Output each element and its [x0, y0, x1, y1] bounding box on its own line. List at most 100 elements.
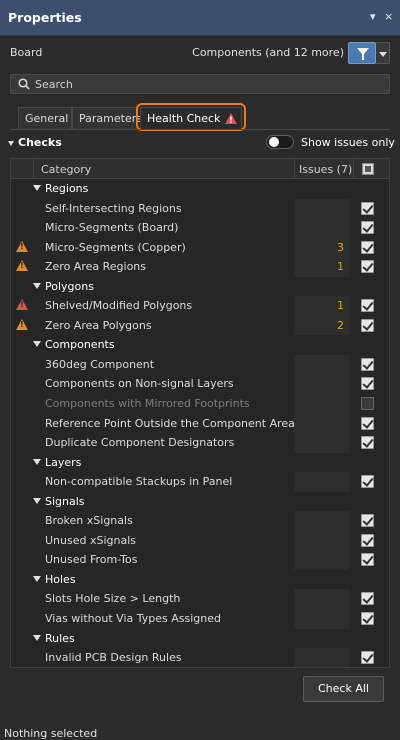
status-bar: Nothing selected [0, 724, 400, 740]
table-row[interactable]: Reference Point Outside the Component Ar… [11, 413, 389, 434]
issues-cell [294, 609, 349, 629]
check-label: Micro-Segments (Board) [45, 221, 179, 235]
table-row[interactable]: Unused From-Tos [11, 550, 389, 570]
check-enabled-checkbox[interactable] [361, 612, 374, 626]
check-label: Invalid PCB Design Rules [45, 651, 182, 665]
status-text: Nothing selected [4, 727, 98, 740]
check-enabled-checkbox[interactable] [361, 299, 374, 313]
category-row[interactable]: Holes [11, 570, 389, 590]
filter-dropdown-button[interactable] [376, 42, 390, 64]
check-enabled-checkbox[interactable] [361, 201, 374, 215]
expand-triangle-icon[interactable] [33, 575, 41, 582]
category-label: Rules [45, 631, 75, 645]
tab-parameters[interactable]: Parameters [72, 107, 142, 129]
table-row[interactable]: Self-Intersecting Regions [11, 198, 389, 219]
checks-table: Category Issues (7) Regions Self-Intersec… [10, 158, 390, 668]
table-row[interactable]: Components with Mirrored Footprints [11, 394, 389, 414]
issue-count: 2 [337, 318, 344, 332]
show-issues-toggle[interactable] [266, 135, 294, 149]
column-header-issues[interactable]: Issues (7) [299, 163, 352, 176]
issues-cell [294, 394, 349, 414]
select-all-checkbox[interactable] [362, 163, 374, 175]
check-enabled-checkbox[interactable] [361, 357, 374, 371]
check-label: Non-compatible Stackups in Panel [45, 475, 233, 489]
search-icon [18, 78, 30, 90]
issues-cell [294, 511, 349, 531]
warning-icon [16, 240, 28, 252]
check-label: Components on Non-signal Layers [45, 377, 234, 391]
search-placeholder: Search [35, 78, 73, 91]
search-input[interactable]: Search [10, 74, 390, 94]
check-label: Reference Point Outside the Component Ar… [45, 416, 295, 430]
table-row[interactable]: Micro-Segments (Board) [11, 218, 389, 238]
warning-icon [16, 260, 28, 272]
check-label: Zero Area Regions [45, 260, 147, 274]
issues-cell [294, 198, 349, 219]
table-row[interactable]: Micro-Segments (Copper) 3 [11, 237, 389, 258]
pin-dropdown-icon[interactable]: ▾ [370, 10, 376, 23]
column-header-category[interactable]: Category [41, 163, 91, 176]
issues-cell [294, 354, 349, 375]
tab-general[interactable]: General [18, 107, 72, 129]
check-enabled-checkbox[interactable] [361, 416, 374, 430]
table-row[interactable]: Zero Area Regions 1 [11, 257, 389, 277]
table-row[interactable]: Broken xSignals [11, 511, 389, 531]
check-enabled-checkbox[interactable] [361, 318, 374, 332]
check-enabled-checkbox[interactable] [361, 377, 374, 391]
issues-cell [294, 550, 349, 570]
category-row[interactable]: Signals [11, 492, 389, 512]
table-row[interactable]: Invalid PCB Design Rules [11, 648, 389, 667]
check-label: Shelved/Modified Polygons [45, 299, 193, 313]
check-enabled-checkbox[interactable] [361, 240, 374, 254]
issues-cell [294, 413, 349, 434]
check-enabled-checkbox[interactable] [361, 436, 374, 450]
category-row[interactable]: Regions [11, 179, 389, 199]
close-icon[interactable]: × [384, 10, 393, 23]
table-row[interactable]: Components on Non-signal Layers [11, 374, 389, 395]
expand-triangle-icon[interactable] [33, 458, 41, 465]
board-row: Board Components (and 12 more) [0, 36, 400, 70]
expand-triangle-icon[interactable] [33, 497, 41, 504]
table-row[interactable]: Zero Area Polygons 2 [11, 315, 389, 336]
table-row[interactable]: Shelved/Modified Polygons 1 [11, 296, 389, 316]
table-row[interactable]: Vias without Via Types Assigned [11, 609, 389, 629]
table-row[interactable]: 360deg Component [11, 354, 389, 375]
issues-cell [294, 472, 349, 492]
category-label: Signals [45, 494, 85, 508]
table-row[interactable]: Unused xSignals [11, 530, 389, 551]
check-enabled-checkbox[interactable] [361, 514, 374, 528]
check-enabled-checkbox[interactable] [361, 533, 374, 547]
check-all-button[interactable]: Check All [303, 676, 384, 702]
category-row[interactable]: Rules [11, 629, 389, 649]
check-label: Self-Intersecting Regions [45, 201, 182, 215]
check-enabled-checkbox[interactable] [361, 475, 374, 489]
filter-summary: Components (and 12 more) [192, 46, 344, 59]
check-enabled-checkbox[interactable] [361, 397, 374, 411]
check-enabled-checkbox[interactable] [361, 553, 374, 567]
expand-triangle-icon[interactable] [33, 282, 41, 289]
table-row[interactable]: Slots Hole Size > Length [11, 589, 389, 610]
issues-cell [294, 589, 349, 610]
check-label: Broken xSignals [45, 514, 133, 528]
check-label: 360deg Component [45, 357, 155, 371]
filter-button[interactable] [348, 42, 376, 64]
category-row[interactable]: Layers [11, 453, 389, 473]
issues-cell [294, 433, 349, 453]
expand-triangle-icon[interactable] [33, 634, 41, 641]
expand-triangle-icon[interactable] [33, 185, 41, 191]
table-row[interactable]: Duplicate Component Designators [11, 433, 389, 453]
category-row[interactable]: Polygons [11, 277, 389, 297]
check-enabled-checkbox[interactable] [361, 592, 374, 606]
expand-triangle-icon[interactable] [33, 341, 41, 348]
table-row[interactable]: Non-compatible Stackups in Panel [11, 472, 389, 492]
collapse-triangle-icon [8, 141, 14, 146]
check-enabled-checkbox[interactable] [361, 651, 374, 665]
category-label: Regions [45, 182, 89, 195]
category-label: Layers [45, 455, 82, 469]
category-row[interactable]: Components [11, 335, 389, 355]
check-enabled-checkbox[interactable] [361, 260, 374, 274]
tab-divider [10, 129, 390, 130]
check-label: Components with Mirrored Footprints [45, 397, 250, 411]
check-enabled-checkbox[interactable] [361, 221, 374, 235]
check-label: Unused From-Tos [45, 553, 138, 567]
